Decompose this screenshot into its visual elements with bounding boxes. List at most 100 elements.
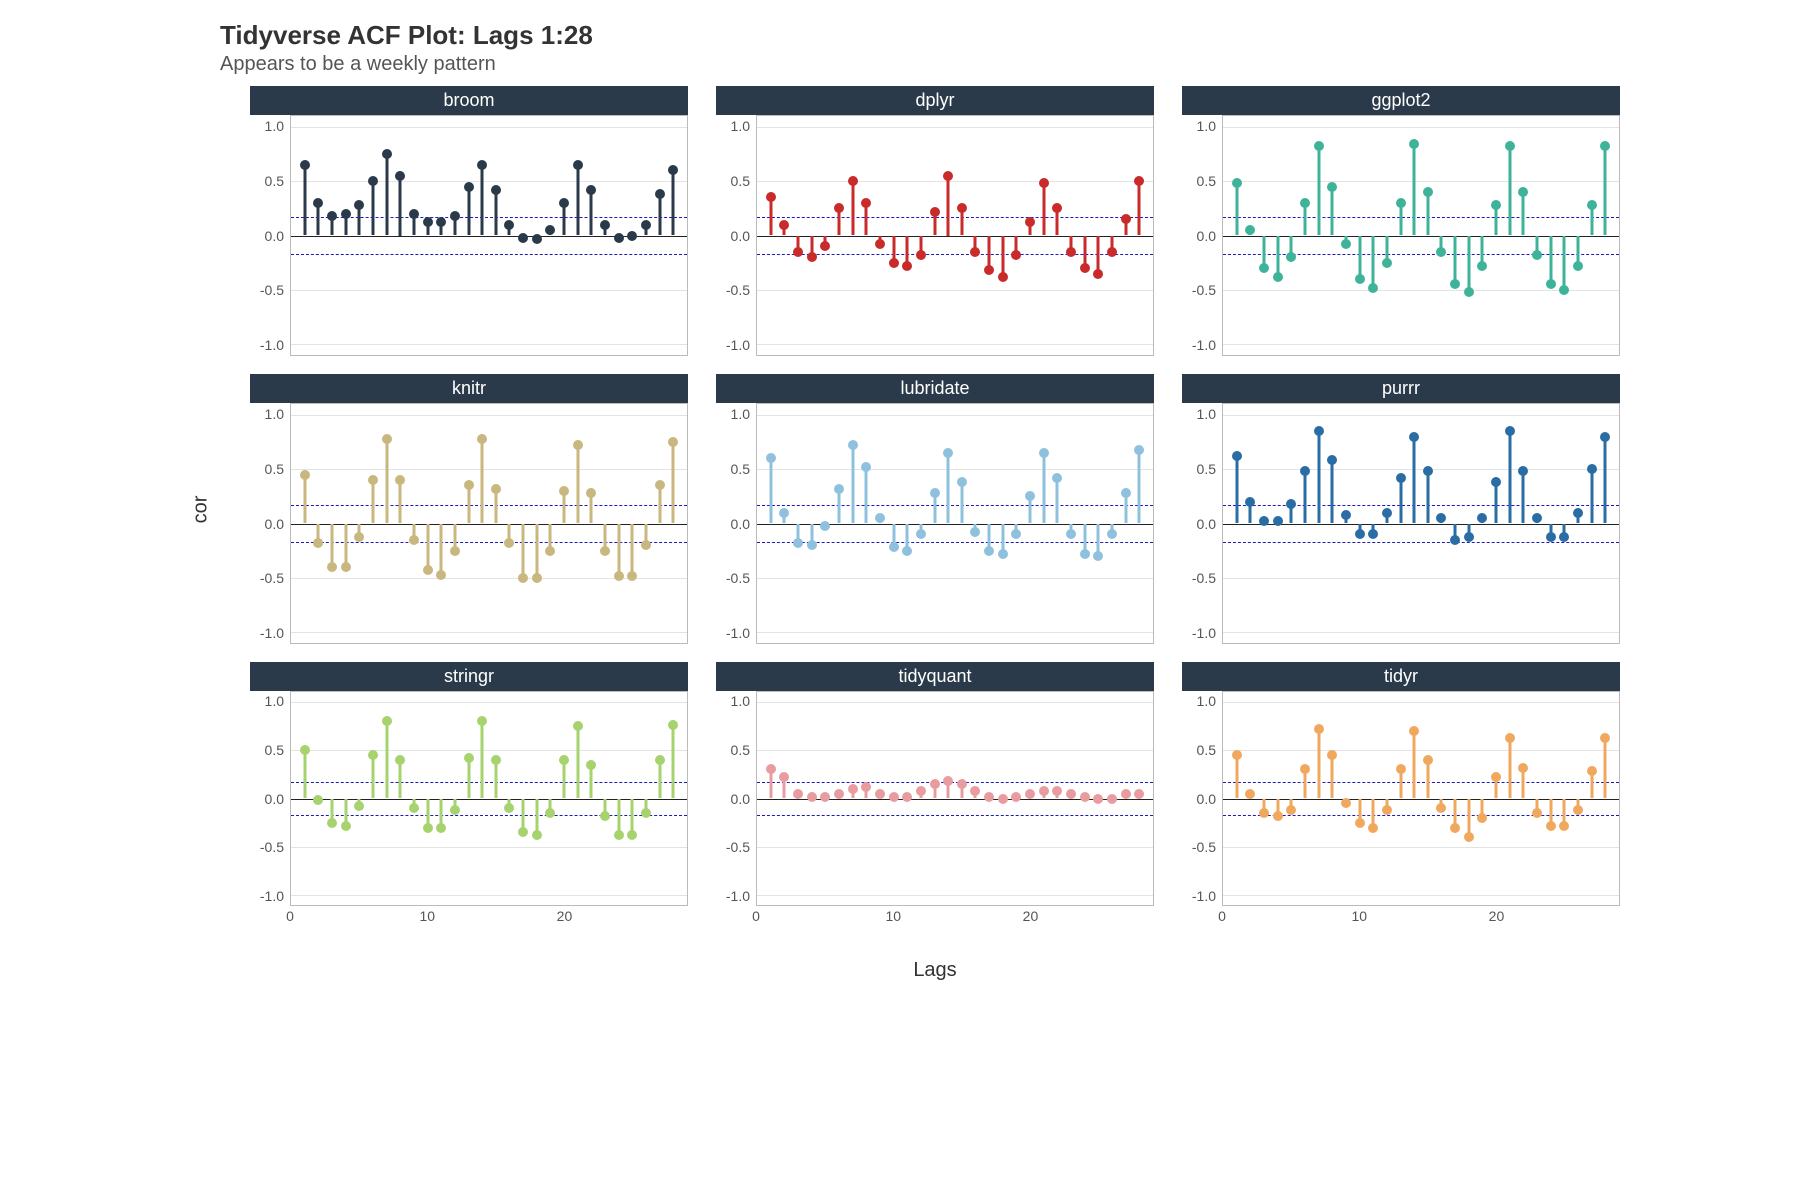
acf-point — [1327, 750, 1337, 760]
acf-stem — [1235, 456, 1238, 523]
acf-point — [1107, 247, 1117, 257]
acf-point — [341, 562, 351, 572]
y-tick: 0.0 — [265, 516, 284, 532]
acf-point — [1396, 473, 1406, 483]
acf-point — [943, 448, 953, 458]
acf-point — [1093, 551, 1103, 561]
y-tick: 0.0 — [731, 516, 750, 532]
acf-point — [1436, 513, 1446, 523]
acf-point — [641, 220, 651, 230]
acf-point — [668, 437, 678, 447]
acf-point — [491, 185, 501, 195]
acf-point — [614, 571, 624, 581]
acf-point — [532, 573, 542, 583]
acf-stem — [1413, 731, 1416, 799]
acf-stem — [494, 190, 497, 236]
panel-lubridate: lubridate-1.0-0.50.00.51.0 — [716, 374, 1154, 644]
acf-point — [1600, 733, 1610, 743]
acf-point — [1011, 792, 1021, 802]
acf-stem — [1276, 236, 1279, 277]
acf-point — [1559, 532, 1569, 542]
acf-point — [423, 565, 433, 575]
acf-stem — [1563, 236, 1566, 290]
zero-line — [757, 524, 1153, 525]
acf-point — [341, 821, 351, 831]
y-tick: -0.5 — [726, 282, 750, 298]
panel-purrr: purrr-1.0-0.50.00.51.0 — [1182, 374, 1620, 644]
y-tick: -0.5 — [726, 570, 750, 586]
acf-point — [1491, 200, 1501, 210]
acf-stem — [631, 524, 634, 576]
panel-ggplot2: ggplot2-1.0-0.50.00.51.0 — [1182, 86, 1620, 356]
acf-point — [1273, 516, 1283, 526]
acf-point — [1314, 426, 1324, 436]
plot-area — [1222, 115, 1620, 356]
acf-point — [532, 830, 542, 840]
acf-point — [1341, 239, 1351, 249]
acf-point — [409, 803, 419, 813]
acf-stem — [385, 439, 388, 524]
acf-point — [559, 198, 569, 208]
acf-stem — [851, 181, 854, 235]
acf-point — [1477, 261, 1487, 271]
acf-point — [1286, 805, 1296, 815]
acf-point — [1232, 178, 1242, 188]
y-axis: -1.0-0.50.00.51.0 — [250, 691, 290, 906]
acf-point — [491, 484, 501, 494]
acf-point — [354, 200, 364, 210]
y-axis: -1.0-0.50.00.51.0 — [250, 115, 290, 356]
y-tick: -0.5 — [1192, 570, 1216, 586]
acf-point — [518, 573, 528, 583]
acf-point — [1025, 789, 1035, 799]
y-axis: -1.0-0.50.00.51.0 — [716, 115, 756, 356]
acf-point — [916, 250, 926, 260]
confidence-line — [291, 815, 687, 816]
acf-point — [1134, 789, 1144, 799]
acf-stem — [1001, 236, 1004, 277]
acf-stem — [440, 524, 443, 575]
acf-stem — [399, 760, 402, 799]
confidence-line — [1223, 254, 1619, 255]
acf-stem — [481, 721, 484, 798]
acf-point — [1300, 198, 1310, 208]
acf-stem — [672, 442, 675, 523]
acf-point — [957, 779, 967, 789]
acf-point — [766, 192, 776, 202]
plot-area — [756, 115, 1154, 356]
acf-point — [848, 440, 858, 450]
y-tick: 0.5 — [731, 742, 750, 758]
y-tick: 0.5 — [1197, 461, 1216, 477]
acf-stem — [1056, 478, 1059, 524]
acf-point — [545, 808, 555, 818]
y-tick: -0.5 — [726, 839, 750, 855]
zero-line — [757, 236, 1153, 237]
acf-point — [1286, 252, 1296, 262]
acf-point — [1518, 763, 1528, 773]
acf-stem — [576, 445, 579, 523]
acf-point — [1245, 789, 1255, 799]
acf-point — [1436, 803, 1446, 813]
acf-stem — [658, 194, 661, 235]
acf-point — [1477, 513, 1487, 523]
acf-stem — [371, 755, 374, 799]
acf-stem — [399, 176, 402, 236]
plot-area — [290, 403, 688, 644]
acf-point — [820, 792, 830, 802]
y-tick: 1.0 — [1197, 693, 1216, 709]
acf-stem — [303, 475, 306, 524]
acf-point — [820, 521, 830, 531]
acf-point — [779, 508, 789, 518]
y-tick: 1.0 — [731, 406, 750, 422]
acf-point — [970, 527, 980, 537]
acf-point — [1080, 549, 1090, 559]
acf-stem — [467, 485, 470, 523]
acf-point — [1573, 805, 1583, 815]
zero-line — [291, 524, 687, 525]
confidence-line — [757, 505, 1153, 506]
chart-title: Tidyverse ACF Plot: Lags 1:28 — [220, 20, 1620, 51]
y-tick: 0.5 — [731, 461, 750, 477]
acf-stem — [344, 524, 347, 567]
facet-strip: broom — [250, 86, 688, 115]
facet-grid: cor Lags broom-1.0-0.50.00.51.0dplyr-1.0… — [180, 86, 1620, 990]
acf-point — [1450, 279, 1460, 289]
